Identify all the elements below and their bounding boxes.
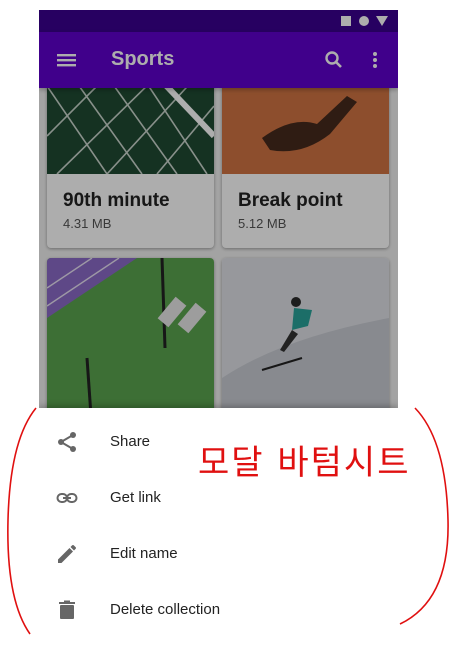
delete-icon	[59, 600, 75, 619]
menu-item-label: Share	[110, 433, 151, 450]
menu-item-label: Delete collection	[110, 601, 221, 618]
share-icon	[58, 432, 76, 452]
link-icon	[56, 493, 78, 503]
menu-item-label: Edit name	[110, 545, 178, 562]
modal-scrim[interactable]	[39, 10, 398, 408]
edit-icon	[58, 544, 77, 563]
menu-item-label: Get link	[110, 489, 161, 506]
phone-screen: Sports 90th minute 4.31 MB Break point 5…	[39, 10, 398, 646]
share-menu-item[interactable]: Share	[39, 414, 398, 470]
get-link-menu-item[interactable]: Get link	[39, 470, 398, 526]
delete-collection-menu-item[interactable]: Delete collection	[39, 582, 398, 638]
edit-name-menu-item[interactable]: Edit name	[39, 526, 398, 582]
modal-bottom-sheet: Share Get link Edit name Delete collecti…	[39, 408, 398, 646]
